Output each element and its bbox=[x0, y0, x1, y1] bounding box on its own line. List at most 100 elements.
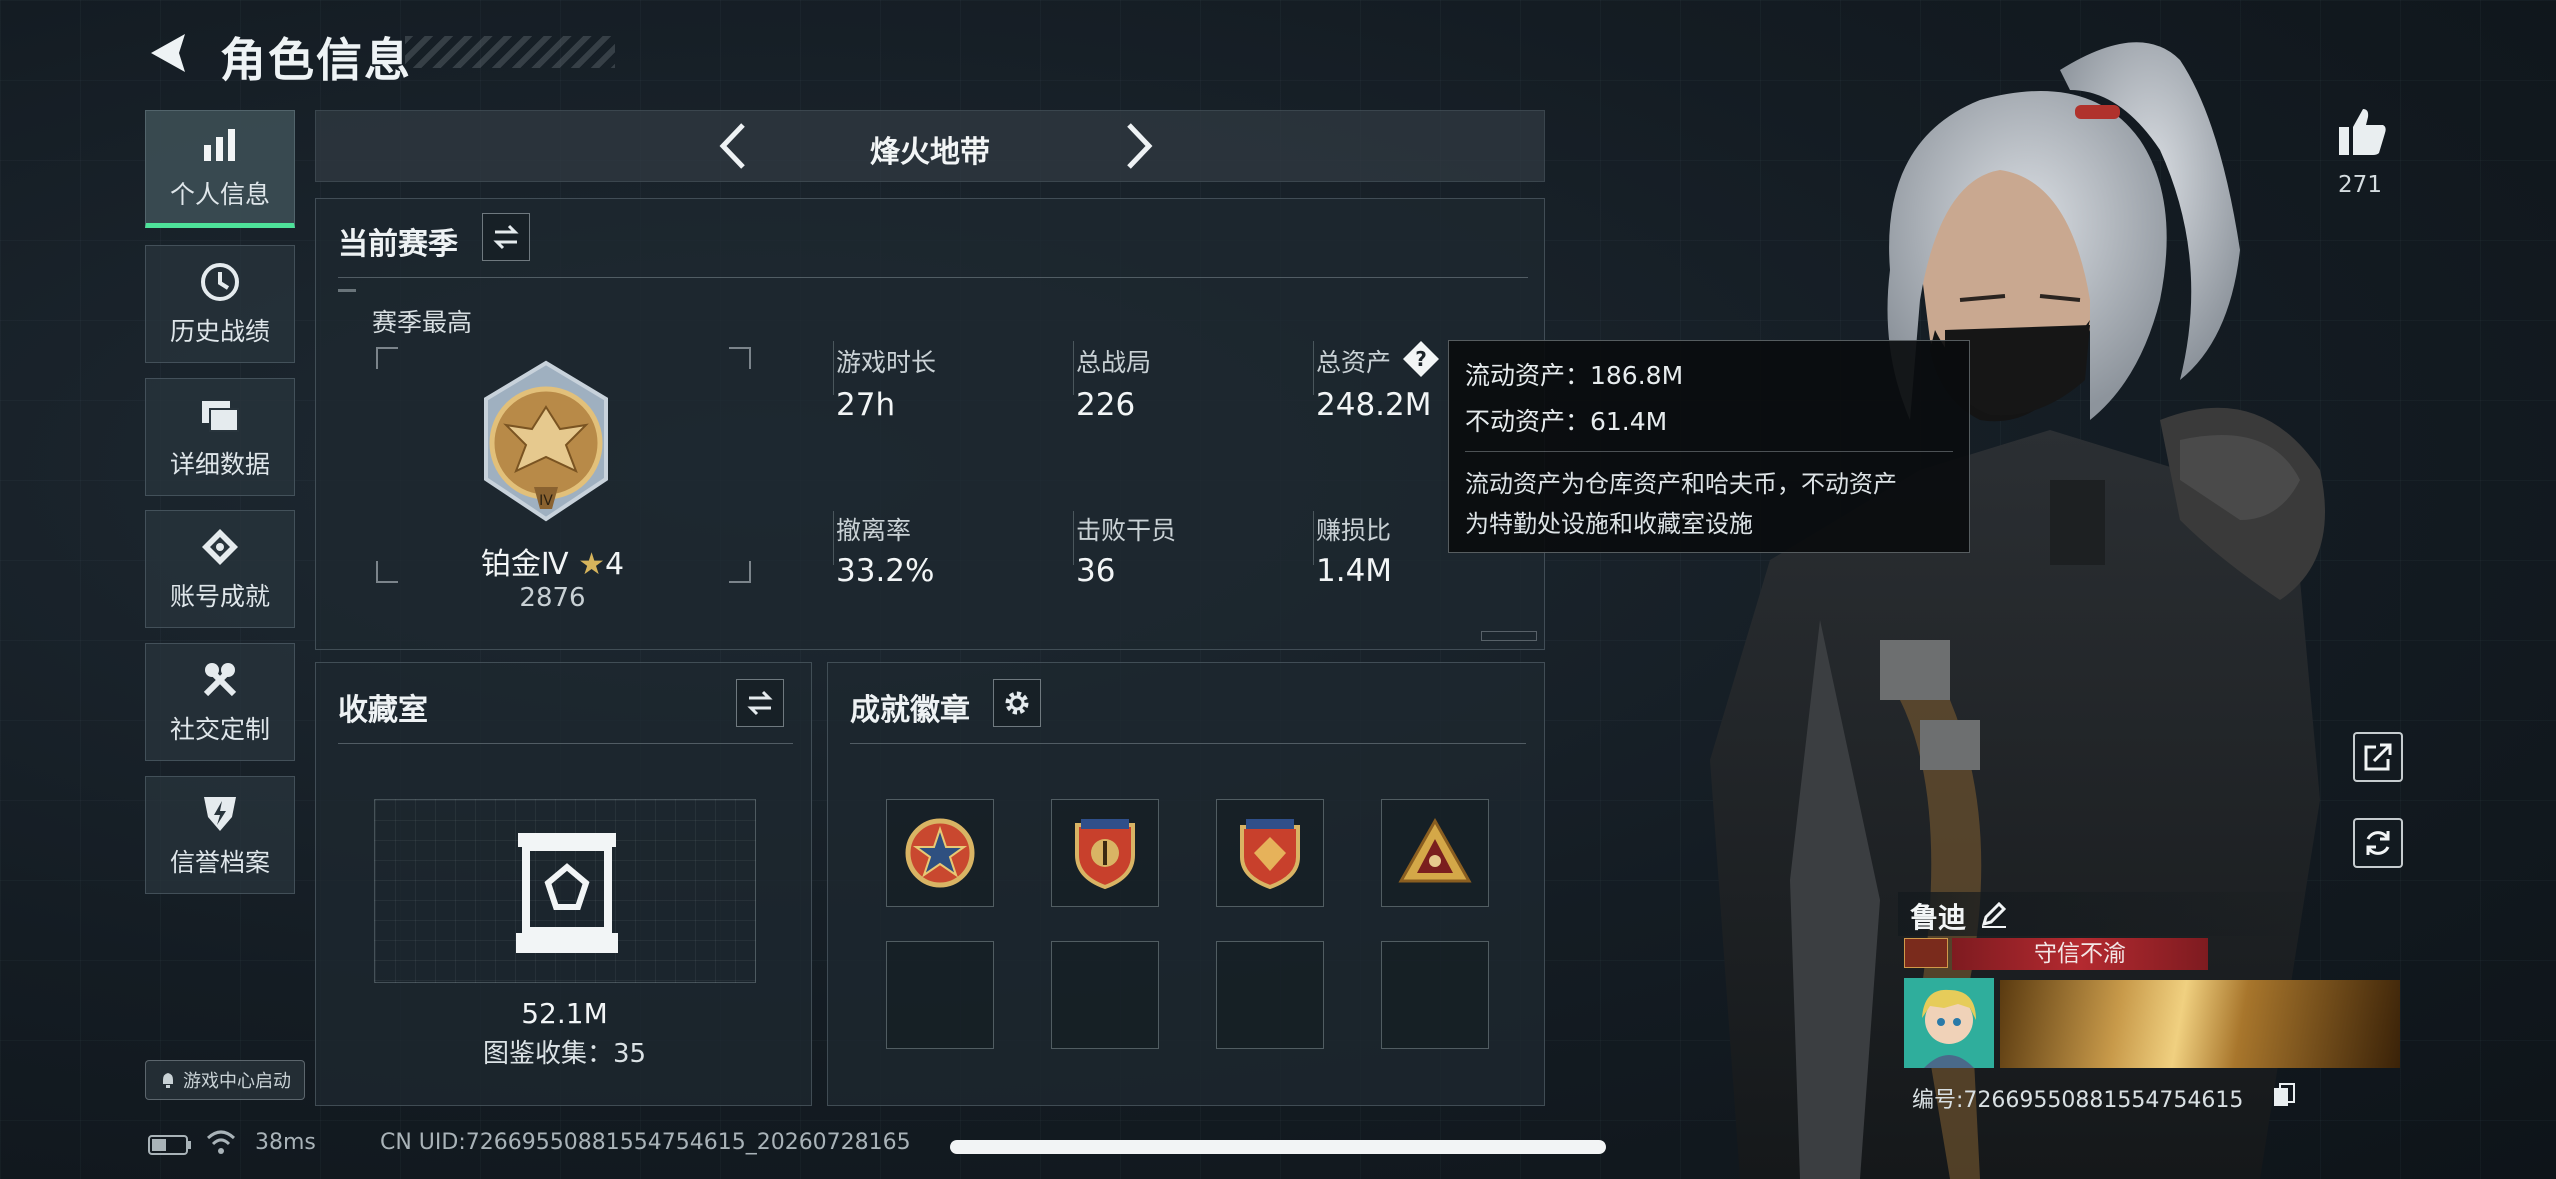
stat-separator bbox=[1313, 511, 1314, 565]
tooltip-fixed-assets: 不动资产：61.4M bbox=[1465, 407, 1668, 436]
badge-slot-empty[interactable] bbox=[1216, 941, 1324, 1049]
profile-id: 编号:72669550881554754615 bbox=[1912, 1082, 2243, 1114]
achievement-settings-button[interactable] bbox=[993, 679, 1041, 727]
tooltip-note-line: 流动资产为仓库资产和哈夫币，不动资产 bbox=[1465, 470, 1897, 498]
shield-badge-icon bbox=[1075, 819, 1135, 890]
badge-slot[interactable] bbox=[1051, 799, 1159, 907]
asset-tooltip: 流动资产：186.8M 不动资产：61.4M 流动资产为仓库资产和哈夫币，不动资… bbox=[1448, 340, 1970, 553]
star-badge-icon bbox=[905, 818, 975, 888]
profile-card: 鲁迪 守信不渝 bbox=[1898, 892, 2406, 1068]
launch-label: 游戏中心启动 bbox=[183, 1071, 291, 1092]
divider bbox=[338, 277, 1528, 278]
svg-text:?: ? bbox=[1415, 347, 1427, 371]
stat-separator bbox=[1073, 341, 1074, 395]
nav-label: 社交定制 bbox=[169, 715, 270, 744]
share-button[interactable] bbox=[2353, 732, 2403, 782]
rank-score: 2876 bbox=[519, 583, 586, 613]
swap-icon bbox=[747, 690, 773, 716]
collection-title: 收藏室 bbox=[338, 693, 428, 728]
home-indicator[interactable] bbox=[950, 1140, 1606, 1154]
nav-label: 个人信息 bbox=[169, 180, 270, 209]
wifi-icon bbox=[206, 1130, 236, 1154]
season-switch-button[interactable] bbox=[482, 213, 530, 261]
rank-stars: 4 bbox=[605, 547, 625, 582]
refresh-button[interactable] bbox=[2353, 818, 2403, 868]
nav-item-detailed-data[interactable]: 详细数据 bbox=[145, 378, 295, 496]
tools-icon bbox=[203, 663, 237, 697]
medal-icon bbox=[202, 529, 238, 565]
edit-pencil-icon[interactable] bbox=[1980, 900, 2008, 928]
season-panel: 当前赛季 赛季最高 IV 铂金Ⅳ ★4 2876 游戏时长 27h 总战局 22… bbox=[315, 198, 1545, 650]
stat-value: 248.2M bbox=[1316, 387, 1432, 423]
badge-slot[interactable] bbox=[886, 799, 994, 907]
collection-count: 图鉴收集：35 bbox=[482, 1039, 647, 1069]
achievement-panel: 成就徽章 bbox=[827, 662, 1545, 1106]
tooltip-divider bbox=[1465, 451, 1953, 452]
collection-switch-button[interactable] bbox=[736, 679, 784, 727]
rank-line: 铂金Ⅳ ★4 bbox=[316, 539, 789, 583]
collection-panel: 收藏室 52.1M 图鉴收集：35 bbox=[315, 662, 812, 1106]
badge-slot[interactable] bbox=[1381, 799, 1489, 907]
mode-selector: 烽火地带 bbox=[315, 110, 1545, 182]
weapon-banner bbox=[2000, 980, 2400, 1068]
panel-corner-decoration bbox=[1481, 631, 1537, 641]
triangle-badge-icon bbox=[1398, 817, 1472, 883]
svg-text:IV: IV bbox=[539, 493, 553, 509]
stat-separator bbox=[1313, 341, 1314, 395]
help-icon[interactable]: ? bbox=[1401, 339, 1441, 379]
back-arrow-icon[interactable] bbox=[145, 28, 195, 78]
season-best-label: 赛季最高 bbox=[372, 308, 473, 337]
divider bbox=[338, 743, 793, 744]
mode-title: 烽火地带 bbox=[870, 135, 990, 170]
copy-icon[interactable] bbox=[2272, 1082, 2296, 1108]
star-icon: ★ bbox=[578, 547, 606, 582]
badge-slot-empty[interactable] bbox=[1381, 941, 1489, 1049]
divider bbox=[850, 743, 1526, 744]
nav-item-credit-record[interactable]: 信誉档案 bbox=[145, 776, 295, 894]
refresh-icon bbox=[2366, 831, 2390, 855]
folder-icon bbox=[202, 401, 239, 432]
nav-label: 详细数据 bbox=[169, 450, 270, 479]
stat-label: 击败干员 bbox=[1076, 516, 1177, 545]
badge-slot[interactable] bbox=[1216, 799, 1324, 907]
stat-label: 撤离率 bbox=[836, 516, 912, 545]
stat-label: 总战局 bbox=[1076, 348, 1152, 377]
stat-label: 赚损比 bbox=[1316, 516, 1392, 545]
tooltip-note: 流动资产为仓库资产和哈夫币，不动资产 为特勤处设施和收藏室设施 bbox=[1465, 464, 1953, 544]
ping-text: 38ms bbox=[255, 1130, 316, 1155]
crest-badge-icon bbox=[1240, 819, 1300, 890]
nav-item-social-custom[interactable]: 社交定制 bbox=[145, 643, 295, 761]
like-count: 271 bbox=[2338, 172, 2382, 198]
swap-icon bbox=[493, 224, 519, 250]
stat-value: 27h bbox=[836, 387, 896, 423]
gear-icon bbox=[1005, 691, 1029, 715]
next-mode-chevron-icon[interactable] bbox=[1111, 121, 1161, 171]
divider-tick bbox=[338, 289, 356, 292]
share-icon bbox=[2364, 743, 2392, 771]
badge-slot-empty[interactable] bbox=[886, 941, 994, 1049]
clock-icon bbox=[201, 263, 239, 301]
title-badge-icon bbox=[1904, 938, 1948, 968]
badge-slot-empty[interactable] bbox=[1051, 941, 1159, 1049]
stat-label: 游戏时长 bbox=[836, 348, 937, 377]
stat-separator bbox=[833, 511, 834, 565]
achievement-title: 成就徽章 bbox=[850, 693, 970, 728]
nav-item-personal-info[interactable]: 个人信息 bbox=[145, 110, 295, 228]
stat-separator bbox=[833, 341, 834, 395]
nav-label: 账号成就 bbox=[169, 582, 270, 611]
game-center-launch-badge: 游戏中心启动 bbox=[145, 1060, 305, 1100]
stat-value: 226 bbox=[1076, 387, 1136, 423]
rank-emblem-icon: IV bbox=[484, 360, 608, 522]
collection-value: 52.1M bbox=[521, 997, 608, 1030]
nav-item-history[interactable]: 历史战绩 bbox=[145, 245, 295, 363]
frame-corner bbox=[376, 347, 398, 369]
shield-bolt-icon bbox=[204, 797, 236, 831]
battery-icon bbox=[148, 1135, 191, 1155]
profile-id-text: 编号:72669550881554754615 bbox=[1912, 1088, 2244, 1113]
tooltip-note-line: 为特勤处设施和收藏室设施 bbox=[1465, 510, 1753, 538]
nav-label: 历史战绩 bbox=[169, 317, 270, 346]
thumbs-up-icon[interactable] bbox=[2335, 105, 2389, 159]
profile-name: 鲁迪 bbox=[1910, 901, 1967, 934]
avatar[interactable] bbox=[1904, 978, 1994, 1068]
nav-item-achievements[interactable]: 账号成就 bbox=[145, 510, 295, 628]
